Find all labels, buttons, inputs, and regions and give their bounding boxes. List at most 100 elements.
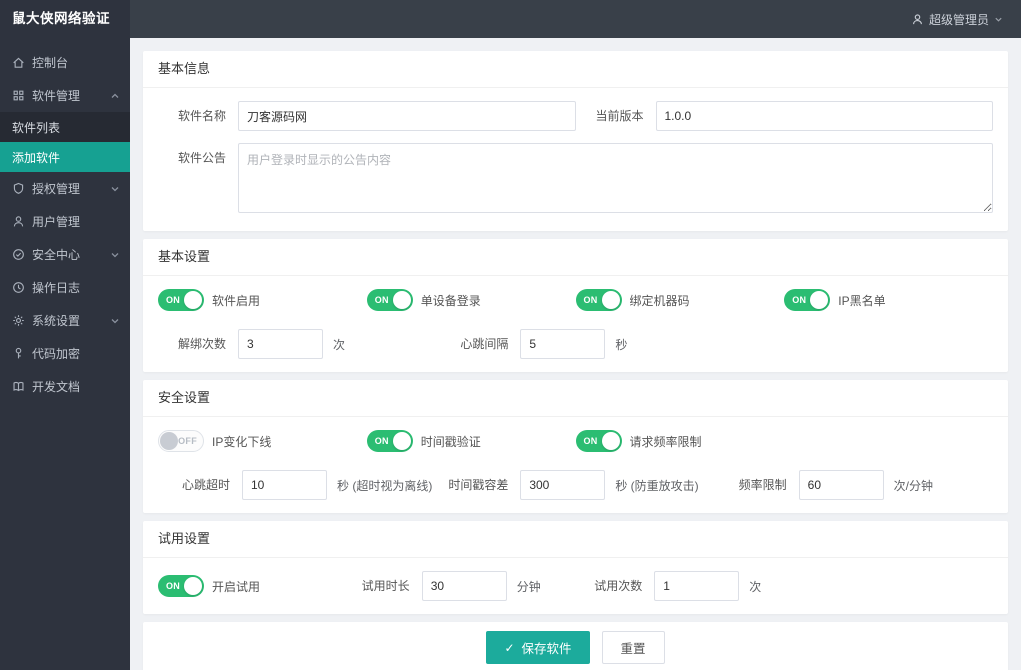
gear-icon [12,314,25,327]
toggle-knob [184,291,202,309]
timestamp-tolerance-unit: 秒 (防重放攻击) [615,478,699,493]
clock-icon [12,281,25,294]
security-settings-card: 安全设置 OFF IP变化下线 ON 时间戳验证 ON 请求频率限制 心跳超时 … [143,380,1008,513]
software-name-label: 软件名称 [177,109,226,123]
software-notice-label: 软件公告 [177,151,226,165]
trial-settings-card: 试用设置 ON 开启试用 试用时长 分钟 试用次数 次 [143,521,1008,614]
sidebar-item-label: 用户管理 [32,215,81,229]
chevron-down-icon [110,250,120,260]
rate-limit-label: 频率限制 [738,478,787,492]
toggle-knob [601,432,620,450]
user-menu[interactable]: 超级管理员 [911,11,1003,28]
request-rate-limit-toggle[interactable]: ON [575,430,622,452]
toggle-state-label: ON [166,295,181,305]
toggle-label: 单设备登录 [420,293,481,308]
toggle-label: 绑定机器码 [629,293,690,308]
sidebar-item-label: 操作日志 [32,281,81,295]
user-icon [12,215,25,228]
heartbeat-interval-input[interactable] [520,329,606,359]
ip-change-offline-toggle[interactable]: OFF [158,430,204,452]
grid-icon [12,89,25,102]
current-version-label: 当前版本 [595,109,644,123]
unbind-count-label: 解绑次数 [177,337,226,351]
heartbeat-interval-unit: 秒 [615,337,628,352]
sidebar-item-add-software[interactable]: 添加软件 [0,142,130,172]
home-icon [12,56,25,69]
actions-card: ✓ 保存软件 重置 [143,622,1008,670]
section-title-trial-settings: 试用设置 [143,521,1008,558]
heartbeat-timeout-unit: 秒 (超时视为离线) [337,478,433,493]
toggle-state-label: ON [583,436,598,446]
sidebar-item-operation-log[interactable]: 操作日志 [0,271,130,304]
sidebar-item-software-list[interactable]: 软件列表 [0,112,130,142]
toggle-label: 软件启用 [212,293,261,308]
toggle-label: 请求频率限制 [629,434,702,449]
heartbeat-interval-label: 心跳间隔 [460,337,509,351]
toggle-knob [392,432,411,450]
current-version-input[interactable] [655,101,993,131]
section-title-security-settings: 安全设置 [143,380,1008,417]
unbind-count-unit: 次 [333,337,346,352]
sidebar-item-code-encryption[interactable]: 代码加密 [0,337,130,370]
chevron-down-icon [994,15,1003,24]
software-notice-textarea[interactable] [238,143,993,213]
basic-settings-card: 基本设置 ON 软件启用 ON 单设备登录 ON 绑定机器码 ON IP黑名单 [143,239,1008,372]
timestamp-verify-toggle[interactable]: ON [366,430,413,452]
sidebar-item-label: 软件管理 [32,89,81,103]
trial-duration-unit: 分钟 [516,579,541,594]
sidebar-item-security-center[interactable]: 安全中心 [0,238,130,271]
trial-count-label: 试用次数 [594,579,643,593]
circle-check-icon [12,248,25,261]
toggle-label: 开启试用 [212,579,261,594]
sidebar-item-user-management[interactable]: 用户管理 [0,205,130,238]
toggle-state-label: ON [374,295,389,305]
trial-duration-label: 试用时长 [361,579,410,593]
save-button-label: 保存软件 [521,642,572,656]
rate-limit-input[interactable] [798,470,884,500]
reset-button[interactable]: 重置 [601,631,665,664]
save-software-button[interactable]: ✓ 保存软件 [486,631,590,664]
sidebar-item-auth-management[interactable]: 授权管理 [0,172,130,205]
ip-blacklist-toggle[interactable]: ON [784,289,831,311]
toggle-knob [392,291,411,309]
chevron-down-icon [110,184,120,194]
sidebar-item-system-settings[interactable]: 系统设置 [0,304,130,337]
user-name: 超级管理员 [928,12,989,27]
heartbeat-timeout-label: 心跳超时 [181,478,230,492]
toggle-label: 时间戳验证 [420,434,481,449]
trial-count-input[interactable] [654,571,740,601]
book-icon [12,380,25,393]
unbind-count-input[interactable] [238,329,323,359]
toggle-state-label: ON [166,581,181,591]
heartbeat-timeout-input[interactable] [242,470,327,500]
software-name-input[interactable] [238,101,576,131]
toggle-state-label: ON [374,436,389,446]
sidebar-item-label: 添加软件 [12,150,61,165]
toggle-state-label: ON [792,295,807,305]
sidebar-item-console[interactable]: 控制台 [0,46,130,79]
sidebar-item-label: 控制台 [32,56,69,70]
top-header: 超级管理员 [130,0,1021,38]
sidebar: 鼠大侠网络验证 控制台 软件管理 软件列表 添加软件 授权管理 用户管理 安全中心 操作日志系… [0,0,130,670]
sidebar-item-software-management[interactable]: 软件管理 [0,79,130,112]
sidebar-item-label: 系统设置 [32,314,81,328]
sidebar-nav: 控制台软件管理软件列表添加软件授权管理用户管理安全中心操作日志系统设置代码加密开… [0,46,130,403]
sidebar-item-dev-docs[interactable]: 开发文档 [0,370,130,403]
sidebar-item-label: 安全中心 [32,248,81,262]
sidebar-item-label: 软件列表 [12,120,61,135]
sidebar-item-label: 授权管理 [32,182,81,196]
sidebar-item-label: 开发文档 [32,380,81,394]
trial-duration-input[interactable] [421,571,507,601]
rate-limit-unit: 次/分钟 [893,478,933,493]
trial-enabled-toggle[interactable]: ON [158,575,204,597]
toggle-knob [601,291,620,309]
section-title-basic-settings: 基本设置 [143,239,1008,276]
trial-count-unit: 次 [749,579,762,594]
software-enabled-toggle[interactable]: ON [158,289,204,311]
bind-machine-code-toggle[interactable]: ON [575,289,622,311]
toggle-state-label: OFF [178,436,197,446]
single-device-login-toggle[interactable]: ON [366,289,413,311]
sidebar-item-label: 代码加密 [32,347,81,361]
basic-info-card: 基本信息 软件名称 当前版本 软件公告 [143,51,1008,231]
timestamp-tolerance-input[interactable] [520,470,606,500]
